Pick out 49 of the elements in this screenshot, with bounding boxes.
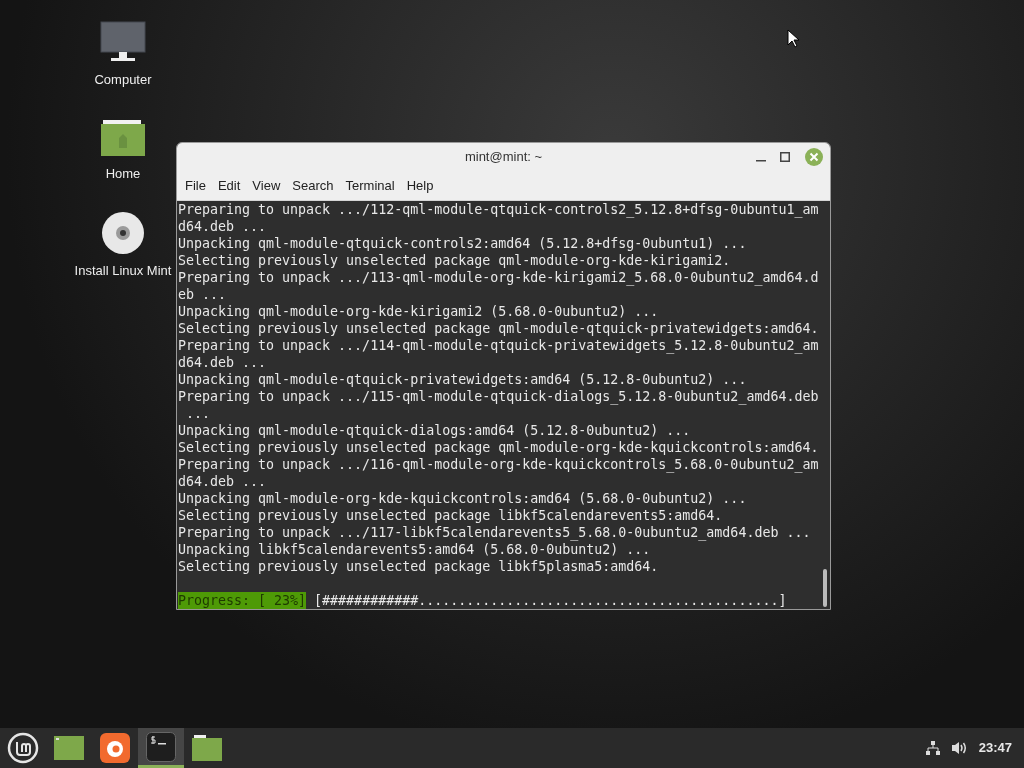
monitor-icon bbox=[99, 20, 147, 64]
terminal-line: Selecting previously unselected package qml-module-org-kde-kirigami2. bbox=[178, 252, 731, 269]
terminal-line: d64.deb ... bbox=[178, 354, 267, 371]
scrollbar-thumb[interactable] bbox=[823, 569, 827, 607]
volume-icon[interactable] bbox=[950, 740, 969, 756]
menu-item[interactable]: View bbox=[246, 175, 287, 196]
terminal-line: d64.deb ... bbox=[178, 218, 267, 235]
terminal-line: ... bbox=[185, 405, 211, 422]
terminal-line: Unpacking qml-module-org-kde-kirigami2 (5.68.0-0ubuntu2) ... bbox=[178, 303, 659, 320]
terminal-line: Unpacking qml-module-qtquick-privatewidgets:amd64 (5.12.8-0ubuntu2) ... bbox=[178, 371, 747, 388]
progress-bar-text: [############.............................................] bbox=[314, 592, 787, 609]
network-icon[interactable] bbox=[924, 740, 941, 756]
disc-icon bbox=[101, 211, 145, 255]
terminal-line: Selecting previously unselected package libkf5calendarevents5:amd64. bbox=[178, 507, 723, 524]
folder-icon bbox=[191, 734, 223, 762]
terminal-line: Preparing to unpack .../117-libkf5calendarevents5_5.68.0-0ubuntu2_amd64.deb ... bbox=[178, 524, 811, 541]
terminal-line: Selecting previously unselected package qml-module-qtquick-privatewidgets:amd64. bbox=[178, 320, 819, 337]
maximize-icon[interactable] bbox=[780, 152, 790, 162]
terminal-icon bbox=[146, 731, 176, 762]
terminal-line: eb ... bbox=[178, 286, 227, 303]
terminal-line: Unpacking libkf5calendarevents5:amd64 (5.68.0-0ubuntu2) ... bbox=[178, 541, 651, 558]
menu-item[interactable]: File bbox=[179, 175, 212, 196]
menu-logo-icon bbox=[7, 732, 39, 764]
terminal-line: Preparing to unpack .../112-qml-module-qtquick-controls2_5.12.8+dfsg-0ubuntu1_am bbox=[178, 201, 819, 218]
terminal-line: Unpacking qml-module-qtquick-controls2:amd64 (5.12.8+dfsg-0ubuntu1) ... bbox=[178, 235, 747, 252]
desktop-icon-label[interactable]: Home bbox=[105, 163, 141, 183]
menu-item[interactable]: Terminal bbox=[339, 175, 401, 196]
terminal-line: Selecting previously unselected package libkf5plasma5:amd64. bbox=[178, 558, 659, 575]
desktop-icon-label[interactable]: Install Linux Mint bbox=[74, 261, 172, 281]
terminal-line: Selecting previously unselected package qml-module-org-kde-kquickcontrols:amd64. bbox=[178, 439, 819, 456]
browser-icon bbox=[100, 733, 130, 763]
menu-item[interactable]: Edit bbox=[211, 175, 247, 196]
taskbar-button[interactable] bbox=[138, 728, 184, 768]
terminal-line: d64.deb ... bbox=[178, 473, 267, 490]
window-title: mint@mint: ~ bbox=[464, 148, 543, 167]
terminal-line: Unpacking qml-module-org-kde-kquickcontrols:amd64 (5.68.0-0ubuntu2) ... bbox=[178, 490, 747, 507]
menu-item[interactable]: Help bbox=[400, 175, 440, 196]
menu-item[interactable]: Search bbox=[286, 175, 340, 196]
home-folder-icon bbox=[99, 117, 147, 158]
progress-label: Progress: [ 23%] bbox=[178, 592, 307, 609]
terminal-line: Preparing to unpack .../113-qml-module-org-kde-kirigami2_5.68.0-0ubuntu2_amd64.d bbox=[178, 269, 819, 286]
terminal-line: Unpacking qml-module-qtquick-dialogs:amd64 (5.12.8-0ubuntu2) ... bbox=[178, 422, 691, 439]
mouse-cursor-icon bbox=[787, 29, 800, 48]
clock[interactable]: 23:47 bbox=[978, 738, 1012, 758]
desktop-icon-label[interactable]: Computer bbox=[94, 70, 152, 90]
desktop-folder-icon bbox=[53, 735, 85, 761]
terminal-line: Preparing to unpack .../116-qml-module-org-kde-kquickcontrols_5.68.0-0ubuntu2_am bbox=[178, 456, 819, 473]
terminal-line: Preparing to unpack .../115-qml-module-qtquick-dialogs_5.12.8-0ubuntu2_amd64.deb bbox=[178, 388, 819, 405]
terminal-line: Preparing to unpack .../114-qml-module-qtquick-privatewidgets_5.12.8-0ubuntu2_am bbox=[178, 337, 819, 354]
